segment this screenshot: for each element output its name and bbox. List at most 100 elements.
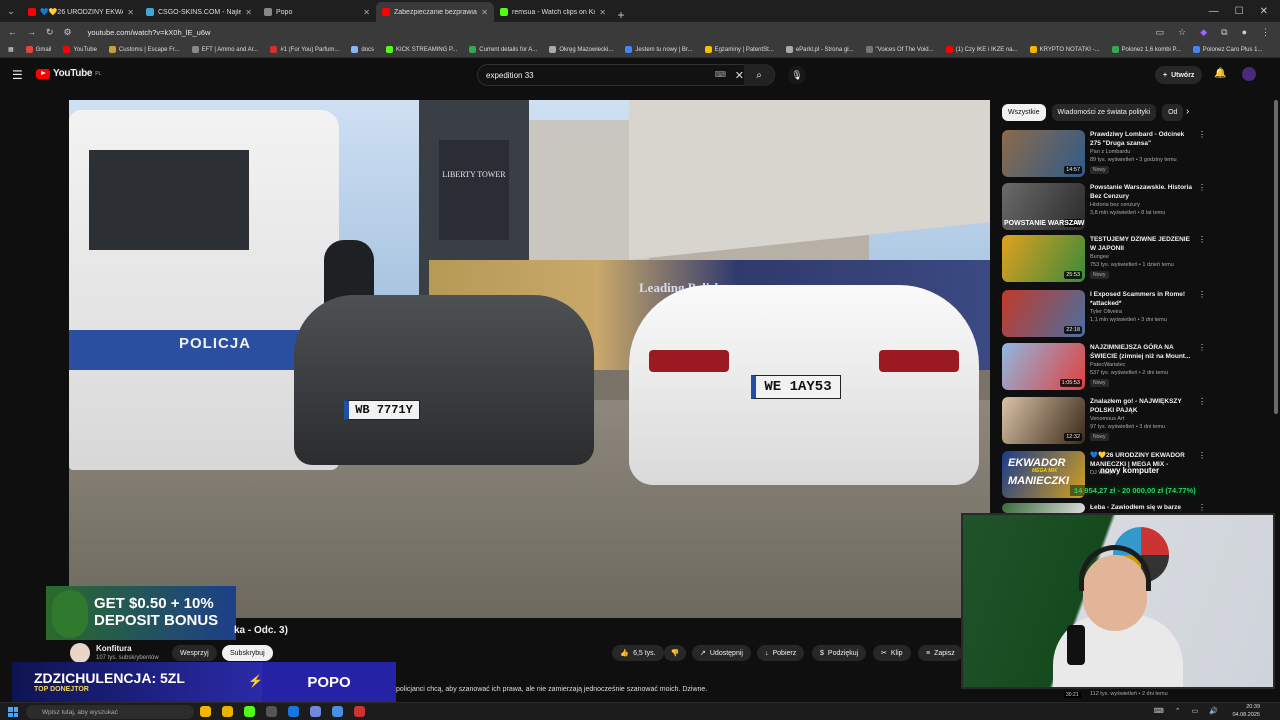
search-button[interactable]: ⌕ (744, 64, 774, 86)
video-title[interactable]: I Exposed Scammers in Rome! *attacked* (1090, 290, 1194, 308)
clip-button[interactable]: ✂ Klip (873, 645, 911, 661)
support-button[interactable]: Wesprzyj (172, 645, 217, 661)
youtube-logo[interactable]: YouTube PL (36, 68, 101, 79)
more-options-icon[interactable]: ⋮ (1198, 183, 1206, 192)
video-title[interactable]: TESTUJEMY DZIWNE JEDZENIE W JAPONII (1090, 235, 1194, 253)
close-window-icon[interactable]: ✕ (1260, 6, 1268, 17)
url-field[interactable]: youtube.com/watch?v=kX0h_lE_u6w (88, 28, 211, 37)
like-button[interactable]: 👍 6,5 tys. (612, 645, 664, 661)
video-title[interactable]: Powstanie Warszawskie. Historia Bez Cenz… (1090, 183, 1194, 201)
video-channel[interactable]: Bungee (1090, 254, 1109, 260)
menu-dots-icon[interactable]: ⋮ (1261, 27, 1270, 38)
bookmark-item[interactable]: Gmail (25, 46, 51, 53)
video-channel[interactable]: Historia bez cenzury (1090, 202, 1140, 208)
account-avatar[interactable] (1242, 67, 1256, 81)
video-channel[interactable]: Pan z Lombardu (1090, 149, 1130, 155)
browser-tab[interactable]: 💙💛26 URODZINY EKWADOR ✕ (22, 2, 140, 22)
page-scrollbar[interactable] (1274, 100, 1278, 414)
tab-close-icon[interactable]: ✕ (599, 8, 606, 17)
chip-politics[interactable]: Wiadomości ze świata polityki (1051, 104, 1157, 121)
forward-icon[interactable]: → (27, 27, 36, 37)
video-thumbnail[interactable]: 1:05:53 (1002, 343, 1085, 390)
site-info-icon[interactable]: ⚙ (64, 27, 72, 38)
video-channel[interactable]: Venomous Art (1090, 416, 1124, 422)
video-title[interactable]: Znalazłem go! - NAJWIĘKSZY POLSKI PAJĄK (1090, 397, 1194, 415)
bookmark-item[interactable]: Polonez Caro Plus 1... (1192, 46, 1263, 53)
video-thumbnail[interactable] (1002, 503, 1085, 513)
recommended-video[interactable]: 14:57 Prawdziwy Lombard - Odcinek 275 "Dr… (1002, 130, 1272, 180)
video-title[interactable]: Łeba - Zawiodłem się w barze (1090, 503, 1194, 512)
bookmark-item[interactable]: Current details for A... (469, 46, 537, 53)
browser-tab[interactable]: CSGO-SKINS.COM - Najlepsze✕ (140, 2, 258, 22)
share-button[interactable]: ↗ Udostępnij (692, 645, 751, 661)
reload-icon[interactable]: ↻ (46, 27, 54, 38)
download-button[interactable]: ↓ Pobierz (757, 645, 805, 661)
discord-icon[interactable] (310, 706, 321, 717)
tab-close-icon[interactable]: ✕ (245, 8, 252, 17)
browser-tab[interactable]: remsua - Watch clips on Kick ✕ (494, 2, 612, 22)
network-icon[interactable]: ▭ (1192, 707, 1199, 715)
bookmark-item[interactable]: docs (351, 46, 374, 53)
clear-search-icon[interactable]: ✕ (735, 69, 744, 82)
app-icon[interactable] (266, 706, 277, 717)
extension-icon[interactable]: ◆ (1200, 27, 1207, 38)
taskbar-clock[interactable]: 20:39 04.08.2025 (1232, 704, 1260, 719)
deposit-bonus-promo[interactable]: GET $0.50 + 10% DEPOSIT BONUS (46, 586, 236, 640)
more-options-icon[interactable]: ⋮ (1198, 343, 1206, 352)
apps-grid-icon[interactable]: ▦ (8, 46, 14, 53)
video-thumbnail[interactable]: 12:32 (1002, 397, 1085, 444)
bookmark-item[interactable]: YouTube (63, 46, 97, 53)
channel-avatar[interactable] (70, 643, 90, 663)
more-options-icon[interactable]: ⋮ (1198, 451, 1206, 460)
bookmark-item[interactable]: EFT | Ammo and Ar... (191, 46, 258, 53)
tab-close-icon[interactable]: ✕ (127, 8, 134, 17)
recommended-video[interactable]: 12:32 Znalazłem go! - NAJWIĘKSZY POLSKI P… (1002, 397, 1272, 447)
windows-start-icon[interactable] (8, 707, 18, 717)
tab-search-icon[interactable]: ⌄ (0, 0, 22, 22)
cast-icon[interactable]: ▭ (1156, 27, 1165, 38)
video-thumbnail[interactable]: 22:18 (1002, 290, 1085, 337)
video-thumbnail[interactable]: 14:57 (1002, 130, 1085, 177)
more-options-icon[interactable]: ⋮ (1198, 503, 1206, 512)
bookmark-item[interactable]: Okręg Mazowiecki... (549, 46, 613, 53)
hamburger-menu-icon[interactable]: ☰ (12, 68, 23, 82)
extensions-puzzle-icon[interactable]: ⧉ (1221, 27, 1227, 38)
recommended-video[interactable]: 25:53 TESTUJEMY DZIWNE JEDZENIE W JAPONII… (1002, 235, 1272, 285)
profile-icon[interactable]: ● (1242, 27, 1247, 37)
subscribe-button[interactable]: Subskrybuj (222, 645, 273, 661)
back-icon[interactable]: ← (8, 27, 17, 37)
notifications-bell-icon[interactable]: 🔔 (1214, 68, 1226, 79)
steam-icon[interactable] (288, 706, 299, 717)
video-title[interactable]: Prawdziwy Lombard - Odcinek 275 "Druga s… (1090, 130, 1194, 148)
tab-close-icon[interactable]: ✕ (481, 8, 488, 17)
bookmark-item[interactable]: Egzaminy | PatentSt... (704, 46, 774, 53)
create-button[interactable]: + Utwórz (1155, 66, 1203, 84)
chip-all[interactable]: Wszystkie (1002, 104, 1046, 121)
keyboard-icon[interactable]: ⌨ (714, 70, 726, 79)
kick-icon[interactable] (244, 706, 255, 717)
folder-icon[interactable] (222, 706, 233, 717)
voice-search-icon[interactable]: 🎙 (788, 66, 806, 84)
browser-tab[interactable]: Zabezpieczanie bezprawia ✕ (376, 2, 494, 22)
thanks-button[interactable]: $ Podziękuj (812, 645, 867, 661)
bookmark-item[interactable]: #1 (For You) Parfum... (270, 46, 339, 53)
chevron-right-icon[interactable]: › (1186, 106, 1189, 117)
chevron-up-icon[interactable]: ⌃ (1175, 707, 1181, 715)
new-tab-icon[interactable]: + (612, 8, 630, 22)
bookmark-star-icon[interactable]: ☆ (1178, 27, 1186, 38)
recommended-video[interactable]: 1:05:53 NAJZIMNIEJSZA GÓRA NA ŚWIECIE (zi… (1002, 343, 1272, 393)
bookmark-item[interactable]: KRYPTO NOTATKI -... (1029, 46, 1100, 53)
search-input[interactable]: expedition 33 (486, 71, 534, 80)
more-options-icon[interactable]: ⋮ (1198, 130, 1206, 139)
tab-close-icon[interactable]: ✕ (363, 8, 370, 17)
recommended-video[interactable]: 17:08 POWSTANIE WARSZAW Powstanie Warszaws… (1002, 183, 1272, 233)
keyboard-tray-icon[interactable]: ⌨ (1154, 707, 1164, 715)
minimize-icon[interactable]: — (1209, 6, 1219, 17)
bookmark-item[interactable]: Polonez 1,6 kombi P... (1111, 46, 1181, 53)
more-options-icon[interactable]: ⋮ (1198, 397, 1206, 406)
chrome-icon[interactable] (200, 706, 211, 717)
video-title[interactable]: NAJZIMNIEJSZA GÓRA NA ŚWIECIE (zimniej n… (1090, 343, 1194, 361)
record-icon[interactable] (354, 706, 365, 717)
more-options-icon[interactable]: ⋮ (1198, 290, 1206, 299)
video-description[interactable]: policjanci chcą, aby szanować ich prawa,… (396, 686, 707, 693)
